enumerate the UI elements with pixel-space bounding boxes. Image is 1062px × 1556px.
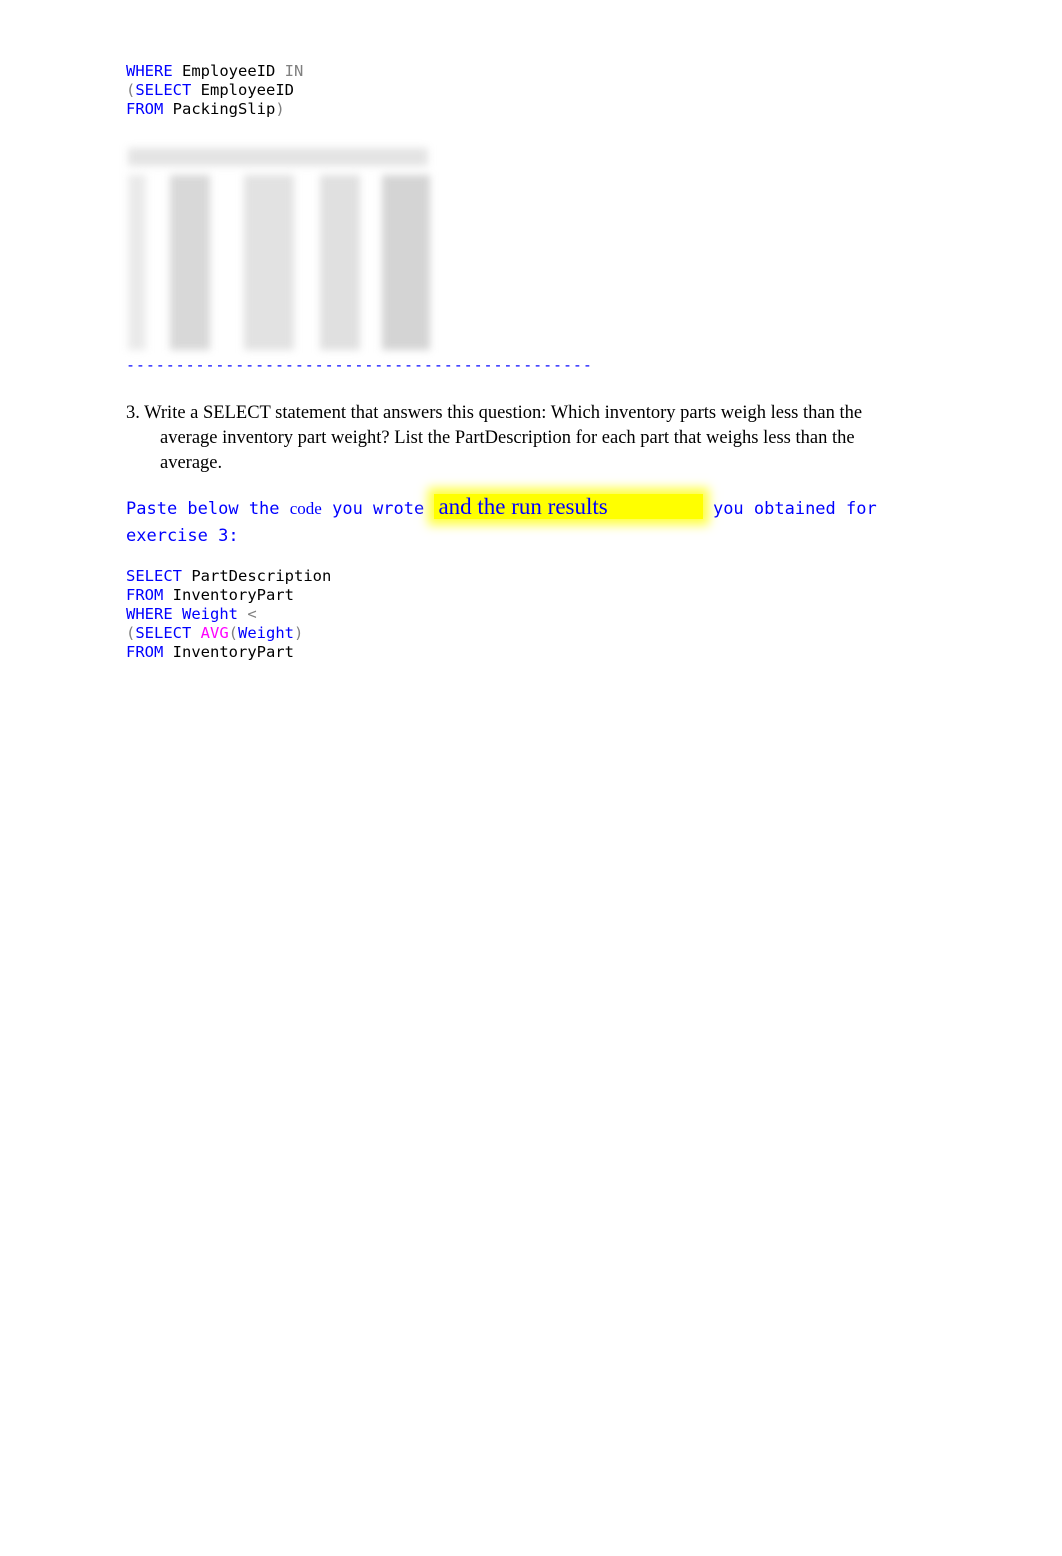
- sql-keyword: WHERE: [126, 62, 173, 80]
- blurred-header: [128, 148, 428, 166]
- sql-identifier: PackingSlip: [163, 100, 276, 118]
- sql-paren: (: [228, 624, 239, 642]
- sql-paren: ): [294, 624, 304, 642]
- question-text-continued: average inventory part weight? List the …: [160, 428, 855, 473]
- question-text: Write a SELECT statement that answers th…: [144, 403, 863, 423]
- highlighted-text: and the run results: [434, 494, 703, 519]
- sql-keyword: SELECT: [135, 81, 192, 99]
- sql-identifier: EmployeeID: [191, 81, 294, 99]
- sql-identifier: PartDescription: [182, 567, 332, 585]
- blurred-column: [170, 175, 210, 350]
- blurred-column: [128, 175, 146, 350]
- instruction-text: Paste below the code you wrote and the r…: [126, 493, 926, 550]
- sql-operator: IN: [284, 62, 304, 80]
- sql-code-block-1: WHERE EmployeeID IN (SELECT EmployeeID F…: [126, 62, 303, 119]
- sql-operator: <: [237, 605, 257, 623]
- sql-keyword: FROM: [126, 100, 164, 118]
- sql-identifier: InventoryPart: [163, 586, 294, 604]
- blurred-column: [244, 175, 294, 350]
- sql-function: AVG: [191, 624, 229, 642]
- instruction-code-word: code: [289, 499, 322, 518]
- dashed-separator: ----------------------------------------…: [126, 356, 593, 374]
- sql-keyword: FROM: [126, 643, 164, 661]
- document-page: WHERE EmployeeID IN (SELECT EmployeeID F…: [0, 0, 1062, 1556]
- question-3: 3. Write a SELECT statement that answers…: [126, 401, 916, 476]
- sql-identifier: InventoryPart: [163, 643, 294, 661]
- sql-code-block-2: SELECT PartDescription FROM InventoryPar…: [126, 567, 331, 662]
- sql-keyword: SELECT: [126, 567, 182, 585]
- sql-paren: (: [126, 624, 136, 642]
- sql-keyword: FROM: [126, 586, 164, 604]
- sql-identifier: EmployeeID: [172, 62, 285, 80]
- sql-paren: ): [275, 100, 285, 118]
- sql-keyword: WHERE Weight: [126, 605, 238, 623]
- sql-keyword: SELECT: [135, 624, 192, 642]
- sql-paren: (: [126, 81, 136, 99]
- blurred-results-image: [122, 140, 444, 355]
- blurred-column: [320, 175, 360, 350]
- question-number: 3.: [126, 403, 140, 423]
- sql-identifier: Weight: [238, 624, 295, 642]
- instruction-part: Paste below the: [126, 499, 290, 519]
- instruction-part: you wrote: [321, 499, 435, 519]
- blurred-column: [382, 175, 430, 350]
